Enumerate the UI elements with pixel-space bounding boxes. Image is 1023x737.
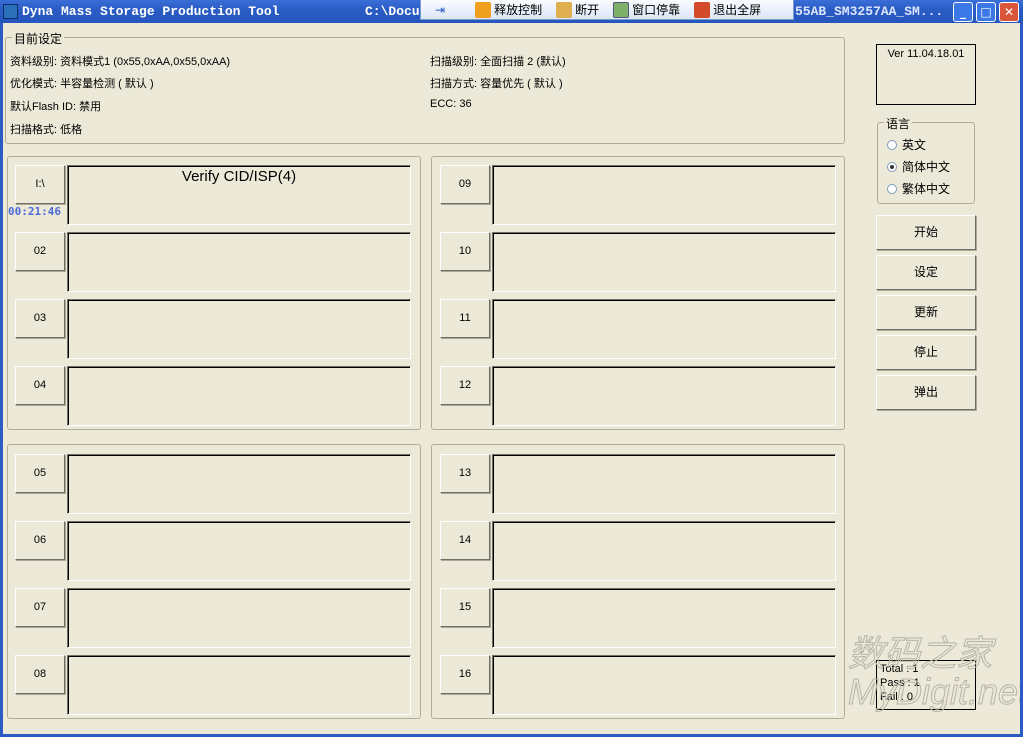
- minimize-button[interactable]: _: [953, 2, 973, 22]
- radio-icon[interactable]: [887, 161, 897, 172]
- slot-button[interactable]: 11: [440, 299, 490, 338]
- slot-button[interactable]: 03: [15, 299, 65, 338]
- settings-title: 目前设定: [12, 30, 65, 47]
- slot-display: [492, 521, 836, 581]
- app-icon: [3, 4, 18, 19]
- slot-display: [67, 655, 411, 715]
- language-option[interactable]: 繁体中文: [887, 180, 974, 197]
- language-option-label: 繁体中文: [902, 182, 951, 196]
- settings-button[interactable]: 设定: [876, 255, 976, 290]
- release-icon: [475, 1, 492, 18]
- slot-button[interactable]: 15: [440, 588, 490, 627]
- language-option[interactable]: 英文: [887, 136, 974, 153]
- slot-timer: 00:21:46: [8, 205, 61, 218]
- disconnect-icon: [556, 1, 573, 18]
- scan-mode: 扫描方式: 容量优先 ( 默认 ): [430, 78, 563, 90]
- window-path: C:\Docu: [365, 4, 420, 19]
- exit-fullscreen-button[interactable]: 退出全屏: [694, 1, 761, 18]
- slot-button[interactable]: 09: [440, 165, 490, 204]
- close-button[interactable]: ✕: [999, 2, 1019, 22]
- slot-button[interactable]: 02: [15, 232, 65, 271]
- exit-fullscreen-label: 退出全屏: [713, 3, 762, 17]
- stats-pass: Pass : 1: [880, 677, 920, 689]
- slot-display: [67, 521, 411, 581]
- stats-box: Total : 1 Pass : 1 Fail : 0: [876, 660, 976, 710]
- data-level: 资料级别: 资料模式1 (0x55,0xAA,0x55,0xAA): [10, 56, 231, 68]
- current-settings-group: 目前设定 资料级别: 资料模式1 (0x55,0xAA,0x55,0xAA) 优…: [5, 30, 845, 144]
- slot-button[interactable]: 07: [15, 588, 65, 627]
- slot-button[interactable]: 13: [440, 454, 490, 493]
- slot-display: [492, 366, 836, 426]
- slot-button[interactable]: 04: [15, 366, 65, 405]
- slot-button[interactable]: 06: [15, 521, 65, 560]
- dock-label: 窗口停靠: [632, 3, 681, 17]
- exit-fullscreen-icon: [694, 1, 711, 18]
- radio-icon[interactable]: [887, 183, 897, 194]
- slot-button[interactable]: 16: [440, 655, 490, 694]
- release-control-button[interactable]: 释放控制: [475, 1, 542, 18]
- maximize-button[interactable]: □: [976, 2, 996, 22]
- version-box: Ver 11.04.18.01: [876, 44, 976, 105]
- eject-button[interactable]: 弹出: [876, 375, 976, 410]
- language-title: 语言: [884, 115, 913, 132]
- scan-level: 扫描级别: 全面扫描 2 (默认): [430, 56, 566, 68]
- ecc: ECC: 36: [430, 98, 472, 110]
- language-option[interactable]: 简体中文: [887, 158, 974, 175]
- release-label: 释放控制: [494, 3, 543, 17]
- window-title: Dyna Mass Storage Production Tool: [22, 4, 280, 19]
- slot-display: [492, 454, 836, 514]
- dock-button[interactable]: 窗口停靠: [613, 1, 680, 18]
- slot-display: [67, 588, 411, 648]
- slot-button[interactable]: 08: [15, 655, 65, 694]
- optimize-mode: 优化模式: 半容量检测 ( 默认 ): [10, 78, 154, 90]
- window-title-tail: 55AB_SM3257AA_SM...: [795, 4, 944, 19]
- slot-display: [67, 366, 411, 426]
- radio-icon[interactable]: [887, 139, 897, 150]
- language-option-label: 简体中文: [902, 160, 951, 174]
- slot-display: [492, 299, 836, 359]
- slot-display: [67, 454, 411, 514]
- slot-display: [67, 232, 411, 292]
- slot-button[interactable]: 05: [15, 454, 65, 493]
- slot-display: [67, 299, 411, 359]
- pin-button[interactable]: ⇥: [435, 3, 445, 17]
- slot-display: [492, 588, 836, 648]
- slot-button[interactable]: 12: [440, 366, 490, 405]
- slot-status: Verify CID/ISP(4): [181, 168, 297, 185]
- slot-display: [492, 655, 836, 715]
- disconnect-button[interactable]: 断开: [556, 1, 599, 18]
- dock-icon: [613, 1, 630, 18]
- stop-button[interactable]: 停止: [876, 335, 976, 370]
- start-button[interactable]: 开始: [876, 215, 976, 250]
- slot-button[interactable]: 10: [440, 232, 490, 271]
- stats-total: Total : 1: [880, 663, 919, 675]
- scan-format: 扫描格式: 低格: [10, 124, 83, 136]
- slot-button[interactable]: 14: [440, 521, 490, 560]
- language-option-label: 英文: [902, 138, 927, 152]
- slot-display: [492, 232, 836, 292]
- stats-fail: Fail : 0: [880, 691, 914, 703]
- flash-id: 默认Flash ID: 禁用: [10, 101, 102, 113]
- update-button[interactable]: 更新: [876, 295, 976, 330]
- slot-button[interactable]: I:\: [15, 165, 65, 204]
- language-group: 语言 英文简体中文繁体中文: [877, 115, 975, 204]
- slot-display: [492, 165, 836, 225]
- slot-display: Verify CID/ISP(4): [67, 165, 411, 225]
- remote-toolbar: ⇥ 释放控制 断开 窗口停靠 退出全屏: [420, 0, 794, 20]
- disconnect-label: 断开: [575, 3, 600, 17]
